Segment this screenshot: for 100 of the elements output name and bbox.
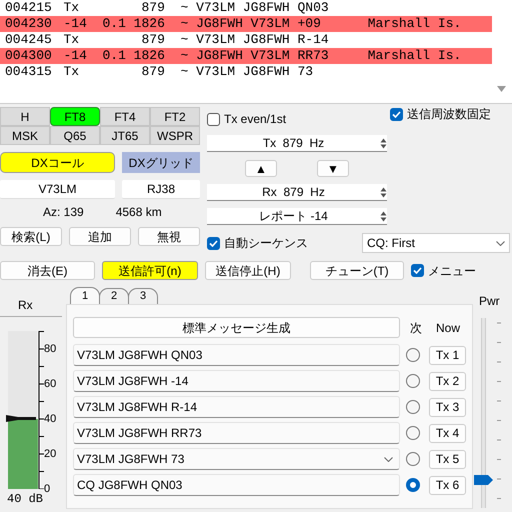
cq-dropdown-text: CQ: First bbox=[367, 235, 416, 252]
tx-frequency-spinbox-text: Tx 879 Hz bbox=[262, 135, 326, 152]
time-text: 004230 bbox=[5, 16, 52, 32]
action-button[interactable]: チューン(T) bbox=[310, 261, 404, 280]
message-text: V73LM JG8FWH QN03 bbox=[77, 347, 204, 364]
hold-tx-frequency-label: 送信周波数固定 bbox=[407, 106, 491, 123]
lookup-button[interactable]: 追加 bbox=[69, 227, 131, 246]
highlighted-decode-row[interactable]: 004230 -14 0.1 1826 ~ JG8FWH V73LM +09 Marshall Is. bbox=[0, 16, 492, 32]
next-radio[interactable] bbox=[406, 452, 420, 466]
power-slider-thumb[interactable] bbox=[474, 474, 493, 484]
time-text: 004245 bbox=[5, 32, 52, 48]
message-text: V73LM JG8FWH 73 bbox=[77, 451, 186, 468]
auto-sequence-label: 自動シーケンス bbox=[224, 235, 308, 252]
frequency-text: 879 bbox=[140, 64, 165, 80]
message-field[interactable]: CQ JG8FWH QN03 bbox=[73, 474, 400, 496]
tx-button[interactable]: Tx 3 bbox=[429, 398, 466, 416]
decode-row[interactable]: 004215 Tx 879 ~ V73LM JG8FWH QN03 bbox=[0, 0, 492, 16]
mode-button[interactable]: WSPR bbox=[150, 126, 200, 145]
check-icon bbox=[392, 110, 401, 118]
cq-dropdown[interactable]: CQ: First bbox=[362, 233, 510, 253]
message-text: V73LM JG8FWH RR73 bbox=[77, 425, 203, 442]
separator-text: ~ bbox=[179, 0, 190, 16]
hold-tx-frequency-checkbox[interactable] bbox=[390, 108, 403, 120]
dx-call-field[interactable]: V73LM bbox=[0, 180, 115, 199]
next-radio[interactable] bbox=[406, 374, 420, 388]
dx-grid-field[interactable]: RJ38 bbox=[122, 180, 200, 199]
rx-frequency-spinbox-text: Rx 879 Hz bbox=[261, 184, 326, 201]
menu-checkbox[interactable] bbox=[411, 264, 424, 277]
tx-frequency-spinbox[interactable]: Tx 879 Hz bbox=[207, 135, 387, 152]
message-field[interactable]: V73LM JG8FWH -14 bbox=[73, 370, 400, 392]
scale-label: 60 bbox=[44, 378, 56, 390]
action-button[interactable]: 消去(E) bbox=[0, 261, 95, 280]
snr-text: Tx bbox=[63, 0, 80, 16]
up-button[interactable]: ▲ bbox=[245, 160, 277, 177]
frequency-text: 1826 bbox=[132, 48, 165, 64]
message-text: JG8FWH V73LM RR73 bbox=[196, 48, 330, 64]
next-radio[interactable] bbox=[406, 478, 420, 492]
tx-even-checkbox[interactable] bbox=[207, 112, 220, 126]
auto-sequence-checkbox[interactable] bbox=[207, 236, 220, 250]
mode-button[interactable]: FT8 bbox=[50, 107, 100, 126]
check-icon bbox=[413, 267, 422, 274]
mode-button[interactable]: FT2 bbox=[150, 107, 200, 126]
scale-label: 80 bbox=[44, 342, 56, 354]
meter-reading: 40 dB bbox=[7, 491, 44, 508]
lookup-button[interactable]: 検索(L) bbox=[0, 227, 62, 246]
dt-text: 0.1 bbox=[101, 16, 126, 32]
report-spinbox[interactable]: レポート -14 bbox=[207, 208, 387, 225]
message-text: V73LM JG8FWH 73 bbox=[196, 64, 314, 80]
action-button[interactable]: 送信許可(n) bbox=[102, 261, 198, 280]
message-dropdown[interactable]: V73LM JG8FWH 73 bbox=[73, 448, 400, 470]
dx-grid-button[interactable]: DXグリッド bbox=[122, 152, 200, 173]
generate-messages-button[interactable]: 標準メッセージ生成 bbox=[73, 317, 400, 338]
tx-button[interactable]: Tx 2 bbox=[429, 372, 466, 390]
menu-label: メニュー bbox=[428, 262, 476, 280]
now-header: Now bbox=[436, 320, 460, 336]
tx-button[interactable]: Tx 1 bbox=[429, 346, 466, 364]
decode-row[interactable]: 004315 Tx 879 ~ V73LM JG8FWH 73 bbox=[0, 64, 492, 80]
action-button[interactable]: 送信停止(H) bbox=[205, 261, 291, 280]
message-tab[interactable]: 3 bbox=[128, 288, 158, 304]
rx-label: Rx bbox=[18, 297, 34, 313]
message-field[interactable]: V73LM JG8FWH R-14 bbox=[73, 396, 400, 418]
separator-text: ~ bbox=[179, 32, 190, 48]
chevron-down-icon bbox=[496, 240, 505, 246]
rx-frequency-spinbox[interactable]: Rx 879 Hz bbox=[207, 184, 387, 201]
message-text: V73LM JG8FWH R-14 bbox=[196, 32, 330, 48]
down-button[interactable]: ▼ bbox=[317, 160, 349, 177]
spin-arrows-icon bbox=[380, 138, 387, 148]
snr-text: Tx bbox=[63, 32, 80, 48]
highlighted-decode-row[interactable]: 004300 -14 0.1 1826 ~ JG8FWH V73LM RR73 Marshall Is. bbox=[0, 48, 492, 64]
tx-button[interactable]: Tx 5 bbox=[429, 450, 466, 468]
tx-button[interactable]: Tx 6 bbox=[429, 476, 466, 494]
message-field[interactable]: V73LM JG8FWH RR73 bbox=[73, 422, 400, 444]
scale-label: 0 bbox=[44, 482, 50, 494]
frequency-text: 1826 bbox=[132, 16, 165, 32]
dt-text: 0.1 bbox=[101, 48, 126, 64]
mode-button[interactable]: JT65 bbox=[100, 126, 150, 145]
dx-call-button[interactable]: DXコール bbox=[0, 152, 115, 173]
decode-row[interactable]: 004245 Tx 879 ~ V73LM JG8FWH R-14 bbox=[0, 32, 492, 48]
mode-button[interactable]: Q65 bbox=[50, 126, 100, 145]
country-text: Marshall Is. bbox=[368, 16, 462, 32]
scroll-down-icon bbox=[497, 86, 506, 92]
scale-label: 40 bbox=[44, 412, 56, 424]
tx-even-label: Tx even/1st bbox=[224, 111, 286, 128]
message-tab[interactable]: 1 bbox=[70, 287, 100, 304]
snr-text: -14 bbox=[63, 16, 88, 32]
message-field[interactable]: V73LM JG8FWH QN03 bbox=[73, 344, 400, 366]
message-text: V73LM JG8FWH R-14 bbox=[77, 399, 198, 416]
next-radio[interactable] bbox=[406, 400, 420, 414]
tx-button[interactable]: Tx 4 bbox=[429, 424, 466, 442]
time-text: 004300 bbox=[5, 48, 52, 64]
separator-text: ~ bbox=[179, 64, 190, 80]
separator-text: ~ bbox=[179, 16, 190, 32]
message-text: V73LM JG8FWH QN03 bbox=[196, 0, 330, 16]
check-icon bbox=[209, 240, 218, 246]
next-radio[interactable] bbox=[406, 426, 420, 440]
next-radio[interactable] bbox=[406, 348, 420, 362]
mode-button[interactable]: H bbox=[0, 107, 50, 126]
mode-button[interactable]: FT4 bbox=[100, 107, 150, 126]
mode-button[interactable]: MSK bbox=[0, 126, 50, 145]
lookup-button[interactable]: 無視 bbox=[138, 227, 200, 246]
